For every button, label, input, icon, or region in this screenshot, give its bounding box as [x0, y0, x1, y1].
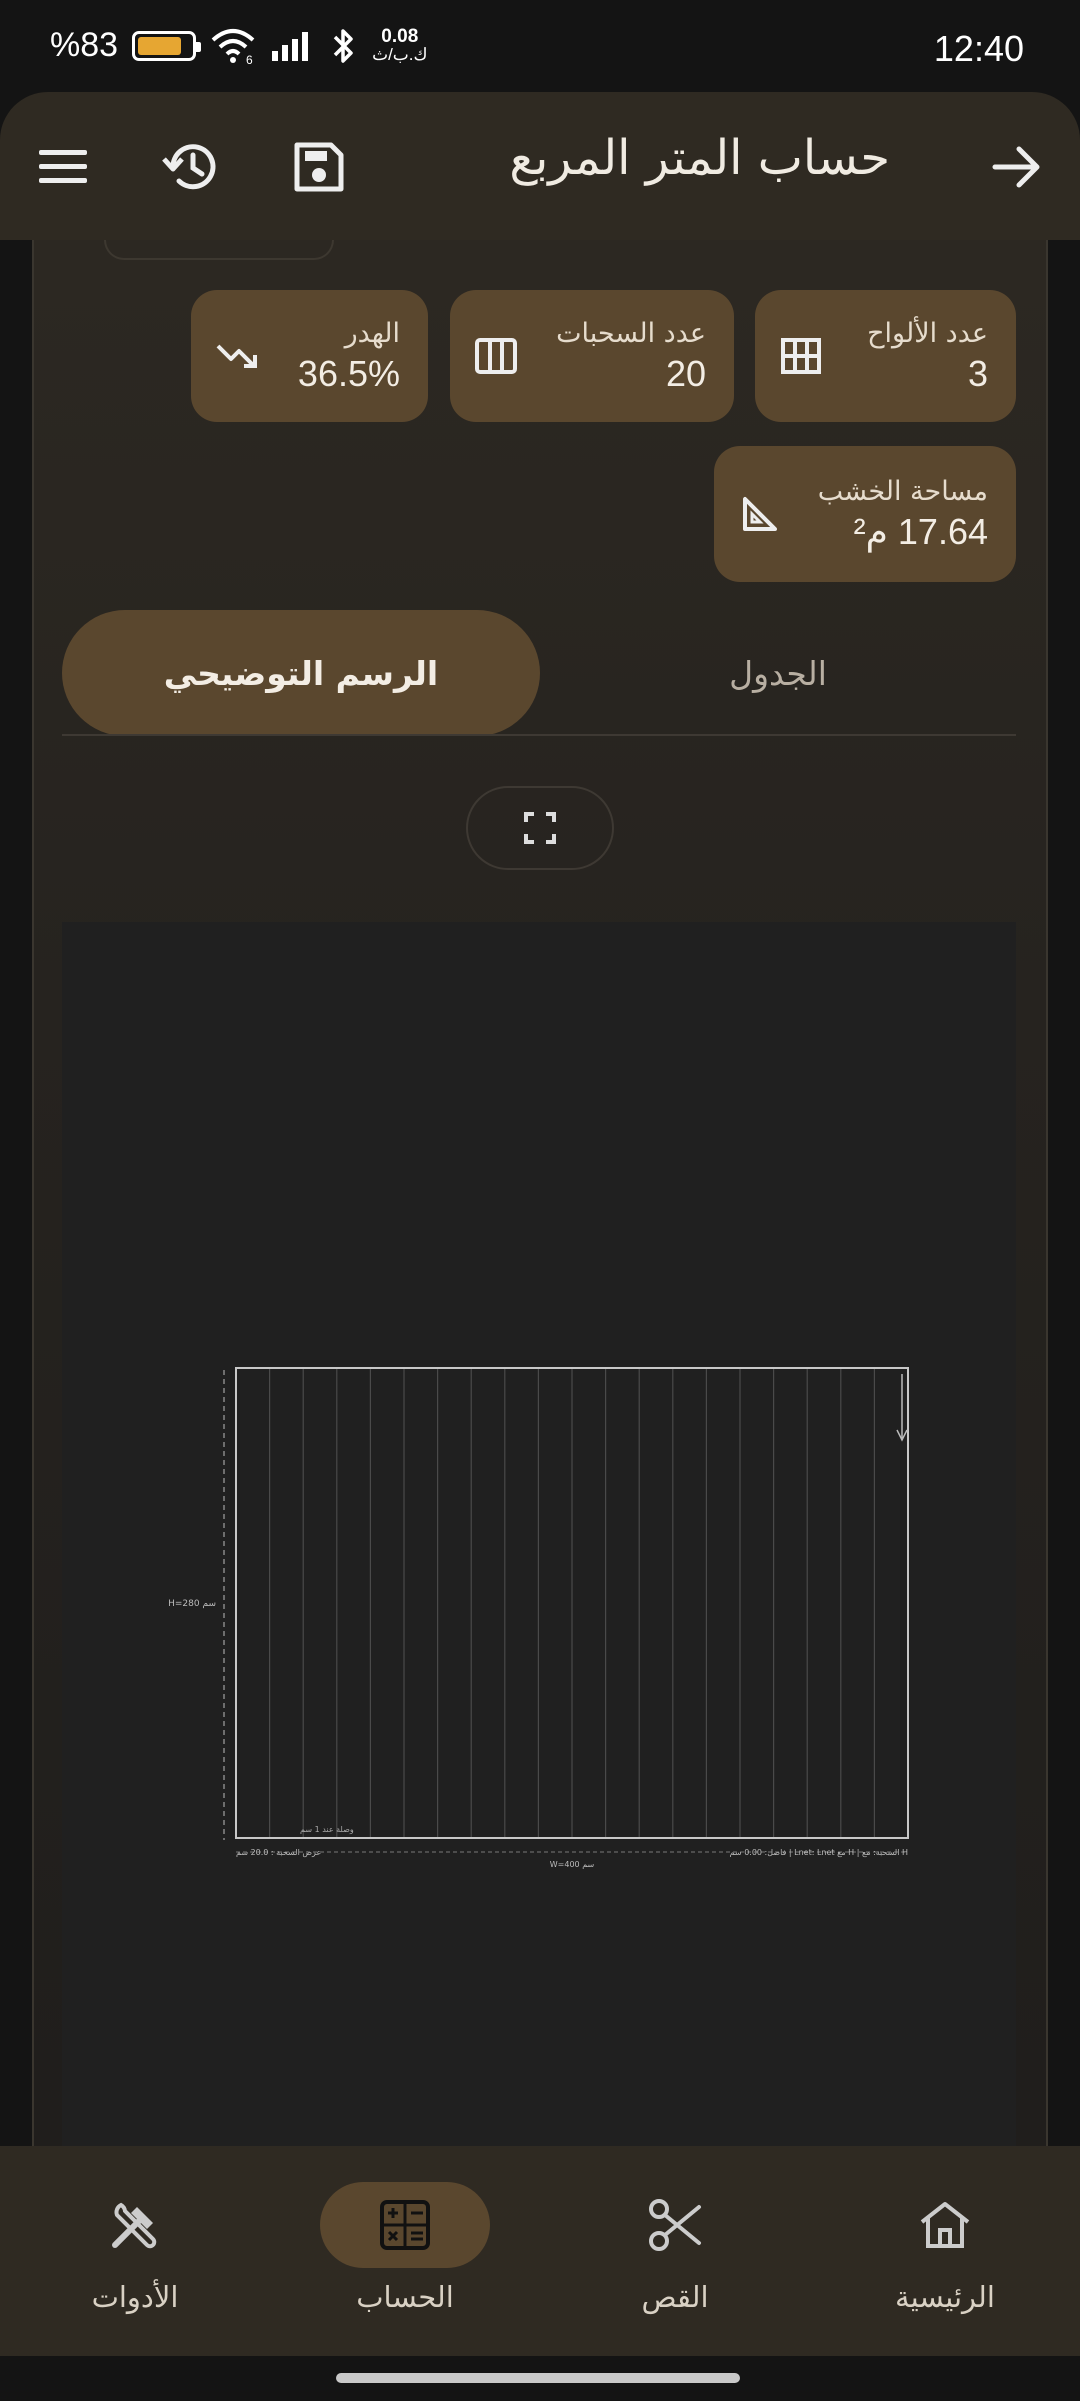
stat-card-boards: عدد الألواح 3 [755, 290, 1016, 422]
tabs-divider [62, 734, 1016, 736]
menu-icon [39, 150, 87, 183]
back-arrow-icon [992, 146, 1040, 188]
bottom-navigation: الأدوات الحساب القص الرئيسية [0, 2146, 1080, 2356]
back-button[interactable] [980, 130, 1054, 204]
scrolled-card-edge [104, 240, 334, 260]
status-left: %83 6 0.08 ك.ب/ث [50, 26, 428, 65]
status-bar: %83 6 0.08 ك.ب/ث 12:40 [0, 0, 1080, 96]
nav-item-cut[interactable]: القص [590, 2182, 760, 2314]
gesture-bar[interactable] [336, 2373, 740, 2383]
stat-card-slats: عدد السحبات 20 [450, 290, 734, 422]
wifi-icon: 6 [211, 28, 255, 64]
fullscreen-icon [524, 812, 556, 844]
clock: 12:40 [933, 28, 1024, 69]
view-tabs: الرسم التوضيحي الجدول [62, 608, 1016, 738]
stat-card-waste: الهدر 36.5% [191, 290, 428, 422]
signal-icon [272, 31, 309, 61]
battery-icon [132, 30, 202, 61]
nav-item-tools[interactable]: الأدوات [50, 2182, 220, 2314]
stat-value: 3 [967, 352, 988, 394]
history-button[interactable] [154, 130, 228, 204]
tab-diagram[interactable]: الرسم التوضيحي [62, 610, 540, 736]
joint-label: وصلة عند 1 سم [300, 1825, 354, 1834]
nav-item-calc[interactable]: الحساب [320, 2182, 490, 2314]
nav-label: الأدوات [91, 2280, 179, 2314]
page-title: حساب المتر المربع [509, 130, 890, 186]
bluetooth-icon [333, 28, 353, 63]
net-speed-value: 0.08 [381, 25, 419, 47]
stat-value: 36.5% [297, 352, 400, 394]
grid-icon [779, 334, 823, 378]
stat-label: مساحة الخشب [817, 475, 988, 507]
calculator-icon [380, 2200, 430, 2250]
slat-diagram: H=280 سم وصلة عند 1 سم عرض السحبة : 20.0… [168, 1367, 909, 1869]
columns-icon [474, 334, 518, 378]
history-icon [162, 144, 216, 190]
tab-table[interactable]: الجدول [540, 610, 1016, 736]
battery-percent: %83 [50, 26, 119, 64]
fullscreen-button[interactable] [466, 786, 614, 870]
scissors-icon [649, 2199, 701, 2251]
tools-icon [112, 2202, 157, 2249]
slat-width-label: عرض السحبة : 20.0 سم [236, 1848, 321, 1857]
info-label: فاصل: 0.00 سم | Lnet: Lnet مع H | السحبة… [730, 1848, 908, 1857]
stat-value: 20 [665, 352, 706, 394]
nav-label: الحساب [356, 2280, 454, 2314]
nav-label: الرئيسية [895, 2280, 995, 2314]
diagram-canvas[interactable]: H=280 سم وصلة عند 1 سم عرض السحبة : 20.0… [62, 922, 1016, 2146]
save-button[interactable] [282, 130, 356, 204]
stat-label: الهدر [344, 317, 400, 349]
home-icon [920, 2202, 970, 2248]
wifi-badge: 6 [246, 53, 253, 64]
height-label: H=280 سم [168, 1599, 216, 1609]
set-square-icon [738, 492, 782, 536]
stat-label: عدد الألواح [867, 317, 988, 349]
width-label: W=400 سم [550, 1860, 595, 1869]
net-speed: 0.08 ك.ب/ث [372, 25, 428, 64]
stat-card-wood-area: مساحة الخشب 17.64 م² [714, 446, 1016, 582]
net-speed-unit: ك.ب/ث [372, 44, 428, 64]
stat-value: 17.64 م² [853, 510, 988, 552]
slat-lines [269, 1368, 876, 1838]
nav-label: القص [641, 2280, 709, 2314]
app-bar: حساب المتر المربع [0, 92, 1080, 240]
trending-down-icon [215, 334, 259, 378]
save-icon [294, 142, 344, 192]
stat-label: عدد السحبات [556, 317, 706, 349]
nav-item-home[interactable]: الرئيسية [860, 2182, 1030, 2314]
menu-button[interactable] [26, 130, 100, 204]
